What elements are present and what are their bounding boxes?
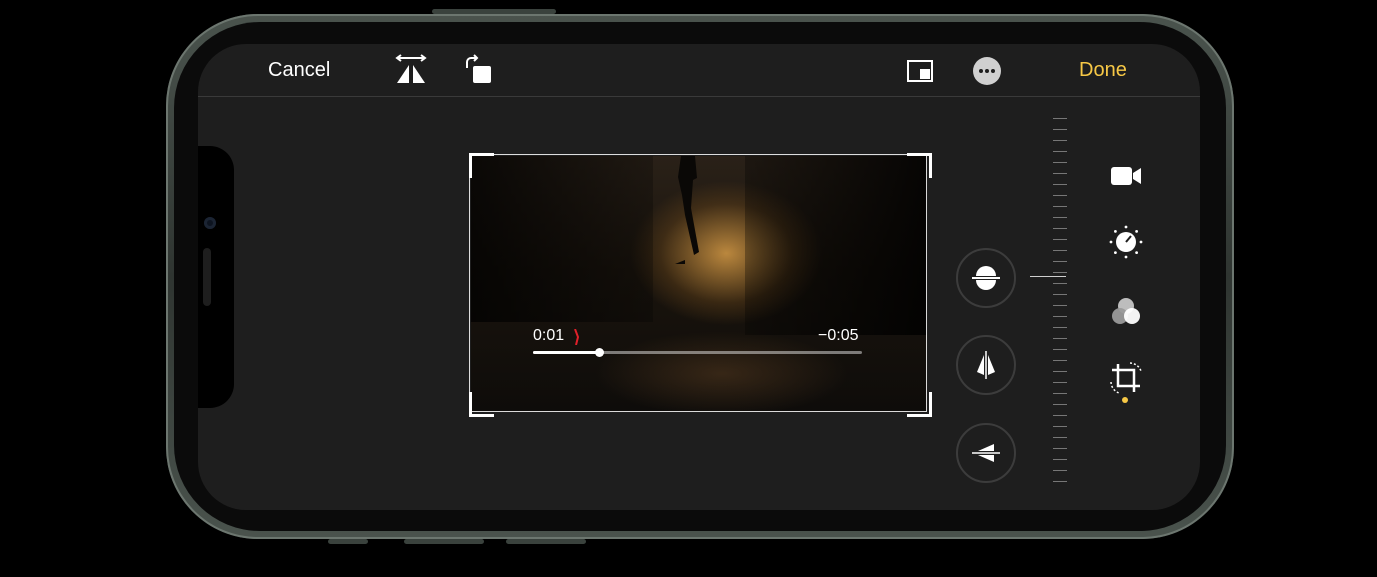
earpiece-speaker <box>203 248 211 306</box>
crop-handle-bottom-left[interactable] <box>469 392 494 417</box>
crop-frame[interactable] <box>469 154 927 412</box>
straighten-icon <box>972 266 1000 290</box>
more-icon[interactable] <box>972 56 1002 86</box>
crop-mode-button[interactable] <box>1106 358 1146 398</box>
crop-handle-top-right[interactable] <box>907 153 932 178</box>
dial-tick <box>1053 305 1067 306</box>
dial-tick <box>1053 459 1067 460</box>
dial-tick <box>1053 118 1067 119</box>
adjust-mode-button[interactable] <box>1106 222 1146 262</box>
dial-tick <box>1053 415 1067 416</box>
dial-tick <box>1053 184 1067 185</box>
dial-tick <box>1053 206 1067 207</box>
dial-tick <box>1053 437 1067 438</box>
time-elapsed: 0:01 <box>533 327 565 344</box>
dial-tick <box>1053 382 1067 383</box>
dial-tick <box>1053 140 1067 141</box>
dial-tick <box>1053 239 1067 240</box>
video-mode-button[interactable] <box>1106 156 1146 196</box>
vertical-perspective-icon <box>977 351 995 379</box>
video-camera-icon <box>1111 167 1141 185</box>
phone-bottom-button-2 <box>404 539 484 544</box>
phone-bottom-button-3 <box>506 539 586 544</box>
dial-tick <box>1053 404 1067 405</box>
filters-mode-button[interactable] <box>1106 292 1146 332</box>
dial-tick <box>1053 371 1067 372</box>
notch <box>198 146 234 408</box>
horizontal-perspective-icon <box>972 444 1000 462</box>
phone-bottom-button-1 <box>328 539 368 544</box>
time-remaining: −0:05 <box>818 327 859 344</box>
cancel-button[interactable]: Cancel <box>268 59 330 82</box>
crop-handle-top-left[interactable] <box>469 153 494 178</box>
rotate-icon[interactable] <box>462 54 494 86</box>
dial-tick <box>1053 294 1067 295</box>
aspect-ratio-icon[interactable] <box>906 59 934 83</box>
scrubber-progress <box>533 351 599 354</box>
dial-tick <box>1053 162 1067 163</box>
dial-tick <box>1053 272 1067 273</box>
flip-icon[interactable] <box>394 54 428 86</box>
dial-tick <box>1053 327 1067 328</box>
dial-tick <box>1053 173 1067 174</box>
horizontal-perspective-button[interactable] <box>956 423 1016 483</box>
adjust-dial-icon <box>1109 225 1143 259</box>
dial-tick <box>1053 349 1067 350</box>
dial-tick <box>1053 151 1067 152</box>
dial-tick <box>1053 283 1067 284</box>
dial-tick <box>1053 360 1067 361</box>
playhead-marker-icon <box>574 329 580 345</box>
active-mode-indicator <box>1122 397 1128 403</box>
dial-tick <box>1053 448 1067 449</box>
dial-tick <box>1053 129 1067 130</box>
crop-rotate-icon <box>1110 362 1142 394</box>
straighten-button[interactable] <box>956 248 1016 308</box>
dial-tick <box>1053 470 1067 471</box>
dial-tick <box>1053 195 1067 196</box>
vertical-perspective-button[interactable] <box>956 335 1016 395</box>
dial-tick <box>1053 393 1067 394</box>
dial-tick <box>1053 426 1067 427</box>
done-button[interactable]: Done <box>1079 59 1127 82</box>
dial-tick <box>1053 338 1067 339</box>
dial-tick <box>1053 228 1067 229</box>
scrubber-handle[interactable] <box>594 348 604 357</box>
adjustment-dial[interactable] <box>1053 118 1067 490</box>
dial-tick <box>1053 217 1067 218</box>
dial-tick <box>1053 250 1067 251</box>
dial-tick <box>1053 261 1067 262</box>
filters-icon <box>1112 298 1140 324</box>
dial-tick <box>1053 481 1067 482</box>
dial-tick <box>1053 316 1067 317</box>
crop-handle-bottom-right[interactable] <box>907 392 932 417</box>
front-camera <box>204 217 216 229</box>
scrubber-track[interactable] <box>533 348 862 357</box>
toolbar-divider <box>198 96 1200 97</box>
